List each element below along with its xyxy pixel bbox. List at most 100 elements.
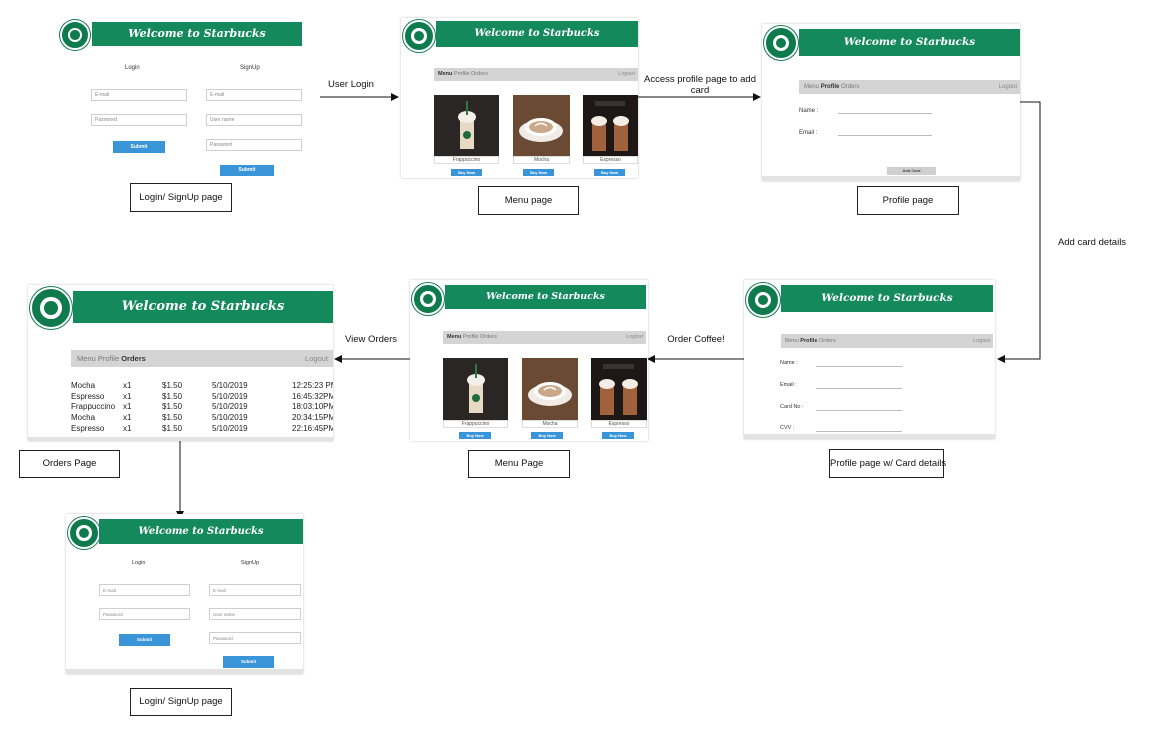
order-price: $1.50: [162, 413, 183, 423]
signup-heading: SignUp: [241, 560, 260, 566]
starbucks-logo-icon: [68, 517, 100, 549]
caption-login-signup-2: Login/ SignUp page: [130, 688, 232, 716]
edge-label-order-coffee: Order Coffee!: [667, 334, 725, 345]
order-item: Espresso: [71, 391, 105, 401]
caption-orders: Orders Page: [19, 450, 120, 478]
order-date: 5/10/2019: [212, 381, 248, 390]
order-price: $1.50: [162, 423, 183, 433]
order-item: Mocha: [71, 413, 96, 423]
product-name-mocha: Mocha: [513, 156, 570, 164]
nav-orders[interactable]: Orders: [819, 334, 836, 348]
nav-profile[interactable]: Profile: [463, 331, 479, 344]
nav-menu[interactable]: Menu: [804, 80, 819, 94]
nav-bar: Menu Profile Orders Logout: [443, 331, 646, 344]
caption-profile-2: Profile page w/ Card details: [829, 449, 946, 478]
product-name-frappuccino: Frappuccino: [443, 420, 508, 428]
nav-logout[interactable]: Logout: [999, 80, 1017, 94]
edge-label-view-orders: View Orders: [344, 334, 398, 345]
welcome-banner: Welcome to Starbucks: [445, 285, 646, 309]
nav-profile[interactable]: Profile: [98, 350, 119, 367]
order-qty: x1: [123, 423, 132, 433]
login-password-field[interactable]: Password: [99, 608, 190, 620]
nav-orders[interactable]: Orders: [471, 68, 488, 81]
nav-orders[interactable]: Orders: [480, 331, 497, 344]
signup-submit-button[interactable]: Submit: [223, 656, 274, 668]
signup-password-field[interactable]: Password: [209, 632, 301, 644]
login-submit-button[interactable]: Submit: [113, 141, 165, 153]
nav-bar: Menu Profile Orders Logout: [799, 80, 1020, 94]
bottom-bar: [744, 434, 995, 439]
buy-now-button-espresso[interactable]: Buy Now: [594, 169, 625, 176]
buy-now-button-mocha[interactable]: Buy Now: [531, 432, 563, 439]
nav-profile[interactable]: Profile: [821, 80, 840, 94]
edge-label-user-login: User Login: [328, 79, 374, 90]
welcome-banner: Welcome to Starbucks: [99, 519, 303, 544]
order-row: Mocha x1 $1.50 5/10/2019 12:25:23 PM: [71, 381, 333, 391]
welcome-banner: Welcome to Starbucks: [436, 21, 638, 47]
nav-menu[interactable]: Menu: [785, 334, 799, 348]
order-item: Espresso: [71, 423, 105, 433]
nav-orders[interactable]: Orders: [841, 80, 859, 94]
buy-now-button-mocha[interactable]: Buy Now: [523, 169, 554, 176]
signup-username-field[interactable]: User name: [206, 114, 302, 126]
nav-menu[interactable]: Menu: [447, 331, 461, 344]
order-price: $1.50: [162, 381, 183, 390]
nav-logout[interactable]: Logout: [305, 350, 328, 367]
nav-logout[interactable]: Logout: [626, 331, 643, 344]
bottom-bar: [66, 669, 303, 674]
signup-submit-button[interactable]: Submit: [220, 165, 274, 176]
login-heading: Login: [125, 65, 140, 71]
nav-orders[interactable]: Orders: [121, 350, 146, 367]
card-page-email-value: [816, 388, 902, 389]
profile-name-value: [838, 113, 932, 114]
nav-profile[interactable]: Profile: [454, 68, 470, 81]
order-time: 12:25:23 PM: [292, 381, 333, 390]
order-time: 20:34:15PM: [292, 413, 333, 423]
buy-now-button-frappuccino[interactable]: Buy Now: [451, 169, 482, 176]
buy-now-button-espresso[interactable]: Buy Now: [602, 432, 634, 439]
add-card-button[interactable]: Add Card: [887, 167, 936, 175]
login-password-field[interactable]: Password: [91, 114, 187, 126]
frappuccino-cup-image: [443, 358, 508, 420]
product-name-espresso: Espresso: [591, 420, 647, 428]
profile-email-label: Email :: [799, 130, 818, 136]
nav-bar: Menu Profile Orders Logout: [71, 350, 333, 367]
nav-logout[interactable]: Logout: [973, 334, 990, 348]
welcome-banner: Welcome to Starbucks: [799, 29, 1020, 56]
order-row: Espresso x1 $1.50 5/10/2019 16:45:32PM: [71, 392, 333, 402]
nav-logout[interactable]: Logout: [618, 68, 635, 81]
menu-page-mockup-2: Welcome to Starbucks Menu Profile Orders…: [410, 280, 648, 441]
login-email-field[interactable]: E-mail: [99, 584, 190, 596]
login-email-field[interactable]: E-mail: [91, 89, 187, 101]
product-frappuccino: Frappuccino: [434, 95, 499, 164]
bottom-bar: [762, 176, 1020, 181]
signup-email-field[interactable]: E-mail: [209, 584, 301, 596]
order-price: $1.50: [162, 402, 183, 412]
nav-profile[interactable]: Profile: [800, 334, 817, 348]
signup-email-field[interactable]: E-mail: [206, 89, 302, 101]
login-heading: Login: [132, 560, 146, 566]
orders-page-mockup: Welcome to Starbucks Menu Profile Orders…: [28, 285, 333, 441]
bottom-bar: [28, 437, 333, 441]
signup-password-field[interactable]: Password: [206, 139, 302, 151]
product-mocha: Mocha: [513, 95, 570, 164]
login-signup-mockup-2: Welcome to Starbucks Login SignUp E-mail…: [66, 514, 303, 674]
starbucks-logo-icon: [746, 283, 780, 317]
starbucks-logo-icon: [60, 20, 90, 50]
card-number-label: Card No :: [780, 404, 804, 410]
login-submit-button[interactable]: Submit: [119, 634, 170, 646]
nav-menu[interactable]: Menu: [438, 68, 452, 81]
starbucks-logo-icon: [403, 20, 435, 52]
menu-page-mockup-1: Welcome to Starbucks Menu Profile Orders…: [401, 18, 638, 178]
order-date: 5/10/2019: [212, 402, 248, 412]
starbucks-logo-icon: [30, 287, 72, 329]
buy-now-button-frappuccino[interactable]: Buy Now: [459, 432, 491, 439]
espresso-drinks-image: [583, 95, 638, 156]
order-row: Mocha x1 $1.50 5/10/2019 20:34:15PM: [71, 413, 333, 423]
product-espresso: Espresso: [583, 95, 638, 164]
profile-card-page-mockup: Welcome to Starbucks Menu Profile Orders…: [744, 280, 995, 439]
nav-menu[interactable]: Menu: [77, 350, 96, 367]
signup-username-field[interactable]: User name: [209, 608, 301, 620]
login-signup-mockup: Welcome to Starbucks Login SignUp E-mail…: [58, 18, 302, 176]
product-frappuccino: Frappuccino: [443, 358, 508, 428]
